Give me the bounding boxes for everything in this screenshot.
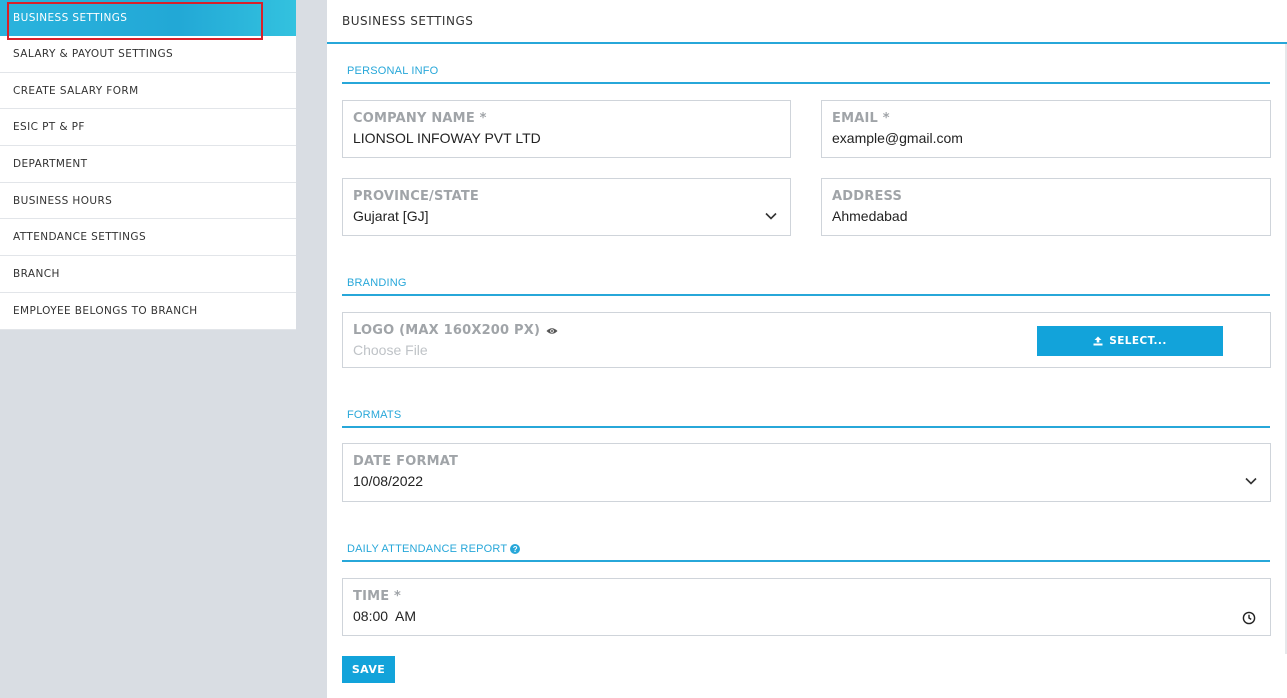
province-value[interactable]: Gujarat [GJ]	[353, 208, 780, 224]
date-format-select[interactable]: DATE FORMAT 10/08/2022	[342, 443, 1271, 502]
province-label: PROVINCE/STATE	[353, 189, 480, 204]
upload-icon	[1093, 336, 1103, 346]
time-field[interactable]: TIME * 08:00 AM	[342, 578, 1271, 636]
section-personal-info: PERSONAL INFO	[342, 65, 1270, 84]
sidebar-item-department[interactable]: DEPARTMENT	[0, 146, 296, 183]
province-select[interactable]: PROVINCE/STATE Gujarat [GJ]	[342, 178, 791, 236]
section-branding: BRANDING	[342, 277, 1270, 296]
email-field[interactable]: EMAIL * example@gmail.com	[821, 100, 1271, 158]
sidebar-item-business-settings[interactable]: BUSINESS SETTINGS	[0, 0, 296, 36]
section-formats: FORMATS	[342, 409, 1270, 428]
address-label: ADDRESS	[832, 189, 903, 204]
help-icon[interactable]: ?	[510, 544, 521, 555]
email-label: EMAIL *	[832, 111, 890, 126]
time-value[interactable]: 08:00 AM	[353, 608, 1260, 624]
chevron-down-icon[interactable]	[1244, 474, 1258, 488]
clock-icon[interactable]	[1242, 611, 1256, 625]
chevron-down-icon[interactable]	[764, 209, 778, 223]
email-value[interactable]: example@gmail.com	[832, 130, 1260, 146]
page-title: BUSINESS SETTINGS	[327, 0, 1287, 44]
main-panel: BUSINESS SETTINGS PERSONAL INFO COMPANY …	[327, 0, 1287, 698]
sidebar-item-branch[interactable]: BRANCH	[0, 256, 296, 293]
company-name-value[interactable]: LIONSOL INFOWAY PVT LTD	[353, 130, 780, 146]
save-button[interactable]: SAVE	[342, 656, 395, 683]
sidebar-item-business-hours[interactable]: BUSINESS HOURS	[0, 183, 296, 220]
section-daily-attendance-report: DAILY ATTENDANCE REPORT?	[342, 543, 1270, 562]
date-format-label: DATE FORMAT	[353, 454, 459, 469]
select-logo-button[interactable]: SELECT...	[1037, 326, 1223, 356]
sidebar-item-create-salary-form[interactable]: CREATE SALARY FORM	[0, 73, 296, 110]
time-label: TIME *	[353, 589, 402, 604]
sidebar-item-attendance-settings[interactable]: ATTENDANCE SETTINGS	[0, 219, 296, 257]
date-format-value[interactable]: 10/08/2022	[353, 473, 1260, 489]
company-name-field[interactable]: COMPANY NAME * LIONSOL INFOWAY PVT LTD	[342, 100, 791, 158]
sidebar-item-salary-payout-settings[interactable]: SALARY & PAYOUT SETTINGS	[0, 36, 296, 73]
eye-icon[interactable]	[546, 327, 558, 335]
sidebar-item-esic-pt-pf[interactable]: ESIC PT & PF	[0, 109, 296, 147]
company-name-label: COMPANY NAME *	[353, 111, 487, 126]
sidebar-item-employee-belongs-to-branch[interactable]: EMPLOYEE BELONGS TO BRANCH	[0, 293, 296, 330]
address-field[interactable]: ADDRESS Ahmedabad	[821, 178, 1271, 236]
address-value[interactable]: Ahmedabad	[832, 208, 1260, 224]
sidebar: BUSINESS SETTINGS SALARY & PAYOUT SETTIN…	[0, 0, 296, 330]
